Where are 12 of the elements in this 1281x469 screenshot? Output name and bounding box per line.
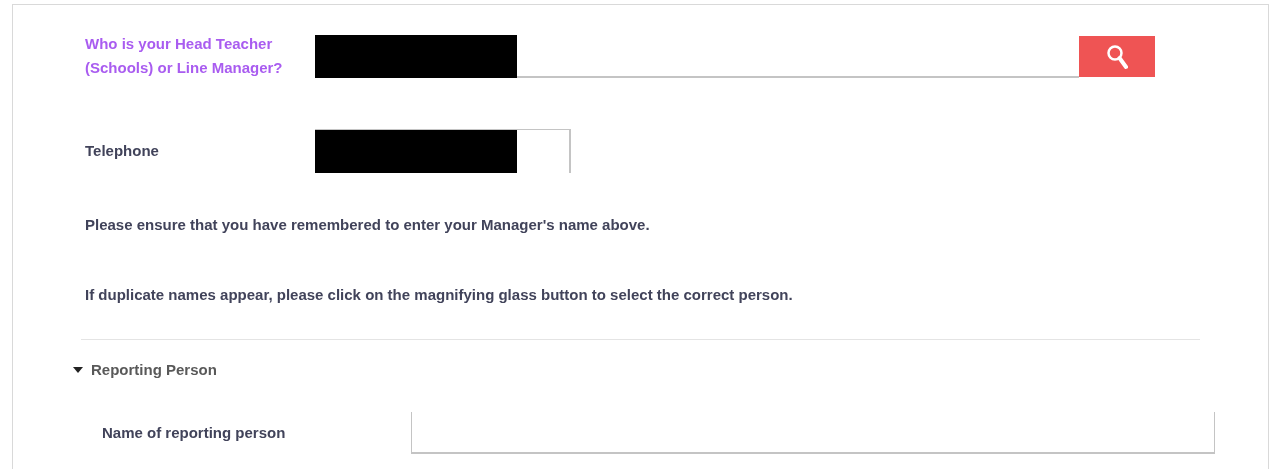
instruction-text: If duplicate names appear, please click on the magnifying glass button to select the correct person. (84, 285, 794, 305)
search-icon (1106, 43, 1128, 70)
instruction-text: Please ensure that you have remembered to enter your Manager's name above. (84, 215, 651, 235)
search-button[interactable] (1079, 36, 1155, 77)
section-toggle[interactable]: Reporting Person (73, 358, 217, 382)
text-input[interactable] (411, 412, 1215, 454)
telephone-field[interactable] (315, 129, 571, 173)
field-label: Telephone (84, 141, 160, 161)
field-label: Who is your Head Teacher (Schools) or Line Manager? (84, 34, 284, 78)
caret-icon (73, 367, 83, 373)
field-label: Name of reporting person (101, 422, 287, 443)
lookup-field[interactable] (315, 34, 1079, 78)
